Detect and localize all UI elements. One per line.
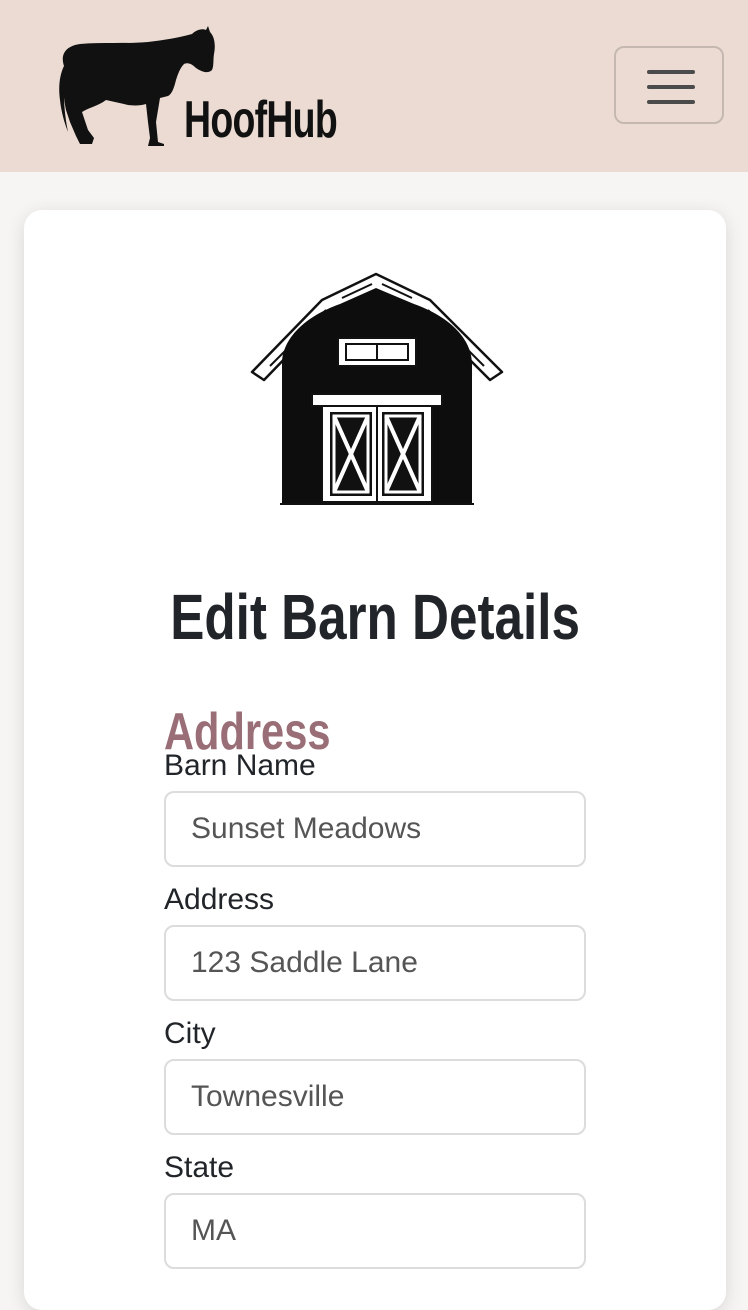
- edit-barn-card: Edit Barn Details Address Barn Name Suns…: [24, 210, 726, 1310]
- hamburger-menu-icon: [647, 70, 695, 74]
- city-label: City: [164, 1017, 216, 1050]
- address-input[interactable]: 123 Saddle Lane: [164, 925, 586, 1001]
- page-title-text: Edit Barn Details: [170, 580, 580, 653]
- brand-logo-link[interactable]: HoofHub: [56, 26, 366, 149]
- address-label: Address: [164, 883, 275, 916]
- barn-name-input[interactable]: Sunset Meadows: [164, 791, 586, 867]
- navbar: HoofHub: [0, 0, 748, 172]
- state-label: State: [164, 1151, 235, 1184]
- barn-icon: [250, 272, 504, 505]
- hamburger-menu-icon: [647, 85, 695, 89]
- barn-name-label: Barn Name: [164, 749, 316, 782]
- state-input[interactable]: MA: [164, 1193, 586, 1269]
- city-input[interactable]: Townesville: [164, 1059, 586, 1135]
- hamburger-menu-icon: [647, 100, 695, 104]
- menu-toggle-button[interactable]: [614, 46, 724, 124]
- brand-name: HoofHub: [184, 91, 338, 149]
- page-title: Edit Barn Details: [24, 579, 726, 655]
